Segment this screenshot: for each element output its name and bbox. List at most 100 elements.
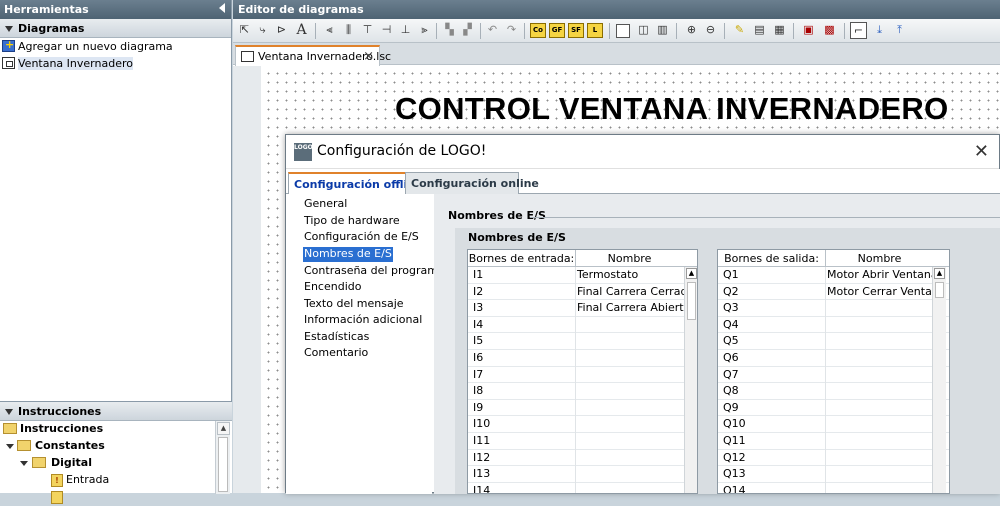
diagram-item-ventana-invernadero[interactable]: Ventana Invernadero [0,55,231,72]
tab-ventana-invernadero[interactable]: Ventana Invernadero.lsc × [235,45,391,66]
view-columns-icon[interactable]: ▥ [654,22,671,39]
table-row[interactable]: I8 [468,383,697,400]
nav-item-general[interactable]: General [303,197,348,212]
scroll-up-icon[interactable]: ▲ [934,268,945,279]
connector-icon[interactable]: ⊳ [273,22,290,39]
redo-icon[interactable]: ↷ [503,22,520,39]
table-row[interactable]: Q6 [718,349,949,367]
table-row[interactable]: I11 [468,432,697,450]
table-row[interactable]: Q12 [718,449,949,467]
nav-item-texto-mensaje[interactable]: Texto del mensaje [303,297,405,312]
align-center-icon[interactable]: ⫼ [340,22,357,39]
connect-wire-icon[interactable]: ⤷ [254,22,271,39]
table-row[interactable]: I10 [468,416,697,433]
name-cell[interactable]: Motor Cerrar Ventana [827,285,946,298]
online-test-icon[interactable]: ▩ [821,22,838,39]
tree-item-tecla[interactable] [0,489,232,506]
table-row[interactable]: I1 Termostato [468,267,697,284]
align-right-icon[interactable]: ⫸ [416,22,433,39]
table-row[interactable]: I9 [468,399,697,417]
table-row[interactable]: I12 [468,449,697,467]
name-cell[interactable]: Final Carrera Cerrada [577,285,694,298]
nav-item-configuracion-es[interactable]: Configuración de E/S [303,230,420,245]
table-row[interactable]: I3 Final Carrera Abierta [468,300,697,317]
select-arrow-icon[interactable]: ⇱ [236,22,253,39]
highlight-icon[interactable]: ✎ [731,22,748,39]
zoom-in-icon[interactable]: ⊕ [683,22,700,39]
nav-item-estadisticas[interactable]: Estadísticas [303,330,370,345]
table-row[interactable]: Q3 [718,300,949,317]
upload-icon[interactable]: ⤒ [891,22,908,39]
scroll-thumb[interactable] [218,437,228,492]
close-icon[interactable]: ✕ [974,141,989,162]
table-row[interactable]: I7 [468,366,697,384]
close-tab-icon[interactable]: × [363,49,374,64]
nav-item-comentario[interactable]: Comentario [303,346,369,361]
io-table-icon[interactable]: ▤ [751,22,768,39]
join-wire-icon[interactable]: ▞ [459,22,476,39]
nav-item-informacion-adicional[interactable]: Información adicional [303,313,423,328]
table-row[interactable]: Q2 Motor Cerrar Ventana [718,283,949,301]
ladder-block-button[interactable]: L [587,23,603,38]
table-row[interactable]: Q14 [718,482,949,493]
table-row[interactable]: I4 [468,316,697,334]
simulation-icon[interactable]: ▣ [800,22,817,39]
tree-item-entrada[interactable]: ! Entrada [0,472,232,489]
table-row[interactable]: Q10 [718,416,949,433]
nav-item-contrasena[interactable]: Contraseña del programa [303,264,446,279]
expand-triangle-icon[interactable] [20,461,28,466]
constants-block-button[interactable]: Co [530,23,546,38]
text-tool-icon[interactable]: A [293,22,310,39]
align-left-icon[interactable]: ⫷ [321,22,338,39]
name-cell[interactable]: Termostato [577,268,638,281]
tab-configuracion-online[interactable]: Configuración online [405,172,539,194]
basic-functions-block-button[interactable]: GF [549,23,565,38]
zoom-out-icon[interactable]: ⊖ [702,22,719,39]
align-top-icon[interactable]: ⊤ [359,22,376,39]
instructions-section-header[interactable]: Instrucciones [0,402,232,421]
scroll-up-icon[interactable]: ▲ [217,422,230,435]
table-row[interactable]: Q8 [718,383,949,400]
tree-item-constantes[interactable]: Constantes [0,438,232,455]
cut-wire-icon[interactable]: ▚ [441,22,458,39]
view-split-icon[interactable]: ◫ [635,22,652,39]
expand-triangle-icon[interactable] [5,409,13,415]
expand-triangle-icon[interactable] [5,26,13,32]
instructions-scrollbar[interactable]: ▲ [215,421,230,494]
scroll-thumb[interactable] [687,282,696,320]
diagrams-section-header[interactable]: Diagramas [0,19,231,38]
align-middle-icon[interactable]: ⊣ [378,22,395,39]
view-single-icon[interactable] [616,24,630,38]
table-row[interactable]: I5 [468,333,697,350]
table-row[interactable]: I6 [468,349,697,367]
nav-item-encendido[interactable]: Encendido [303,280,362,295]
add-new-diagram-item[interactable]: Agregar un nuevo diagrama [0,38,231,55]
table-row[interactable]: Q7 [718,366,949,384]
table-row[interactable]: Q13 [718,466,949,483]
collapse-panel-icon[interactable] [219,3,225,13]
scroll-up-icon[interactable]: ▲ [686,268,697,279]
diagram-title-text[interactable]: CONTROL VENTANA INVERNADERO [395,91,949,127]
table-row[interactable]: Q1 Motor Abrir Ventana [718,267,949,284]
table-row[interactable]: I13 [468,466,697,483]
table-row[interactable]: I14 [468,482,697,493]
table-row[interactable]: Q4 [718,316,949,334]
nav-item-tipo-hardware[interactable]: Tipo de hardware [303,214,401,229]
table-row[interactable]: Q9 [718,399,949,417]
download-icon[interactable]: ⤓ [871,22,888,39]
undo-icon[interactable]: ↶ [484,22,501,39]
tree-item-instrucciones[interactable]: Instrucciones [0,421,232,438]
properties-icon[interactable]: ▦ [771,22,788,39]
align-bottom-icon[interactable]: ⊥ [397,22,414,39]
table-row[interactable]: Q11 [718,432,949,450]
tree-item-digital[interactable]: Digital [0,455,232,472]
scroll-thumb[interactable] [935,282,944,298]
table-row[interactable]: Q5 [718,333,949,350]
nav-item-nombres-es[interactable]: Nombres de E/S [303,247,393,262]
outputs-scrollbar[interactable]: ▲ [932,267,946,493]
table-row[interactable]: I2 Final Carrera Cerrada [468,283,697,301]
step-icon[interactable]: ⌐ [850,22,867,39]
inputs-scrollbar[interactable]: ▲ [684,267,697,493]
special-functions-block-button[interactable]: SF [568,23,584,38]
expand-triangle-icon[interactable] [6,444,14,449]
